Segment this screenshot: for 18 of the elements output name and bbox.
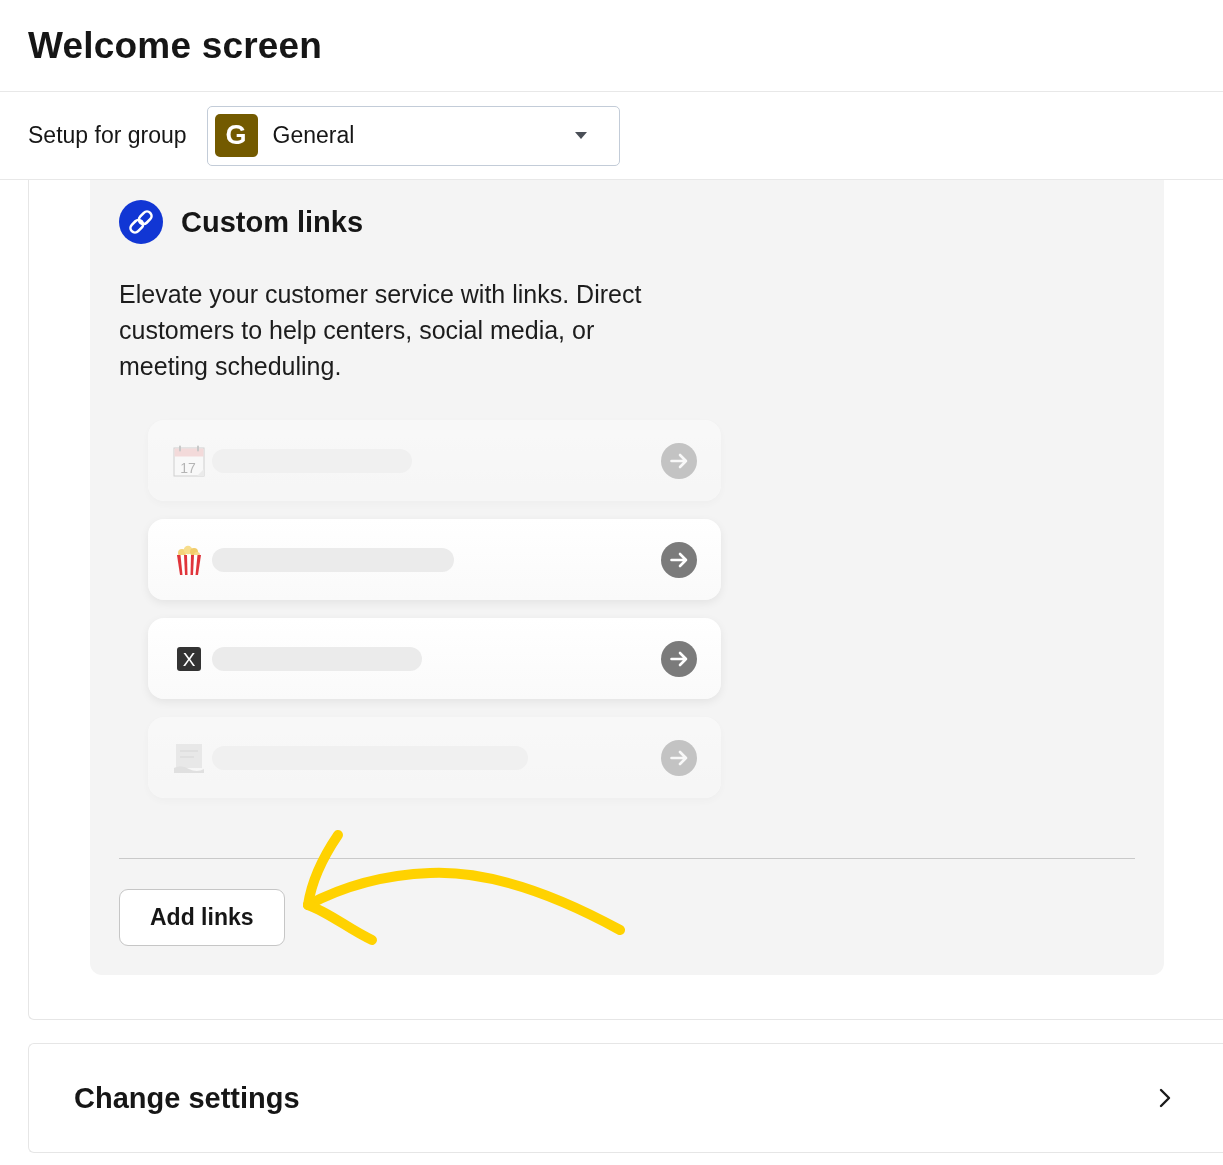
page-title: Welcome screen (28, 24, 323, 67)
group-dropdown[interactable]: G General (206, 105, 620, 166)
add-links-button[interactable]: Add links (119, 889, 285, 946)
group-label: Setup for group (28, 122, 187, 149)
chevron-right-icon (1159, 1088, 1171, 1108)
change-settings-row[interactable]: Change settings (28, 1043, 1223, 1153)
group-avatar: G (214, 114, 258, 157)
arrow-circle-icon (661, 442, 697, 479)
paper-scroll-icon (173, 741, 205, 774)
panel-description: Elevate your customer service with links. Direct customers to help centers, social media, or meeting scheduling. (119, 279, 643, 382)
link-icon (119, 200, 163, 244)
x-tile-icon: X (177, 646, 201, 671)
arrow-circle-icon (661, 541, 697, 578)
panel-title: Custom links (181, 205, 364, 239)
caret-icon (574, 132, 587, 139)
arrow-circle-icon (661, 640, 697, 677)
calendar-icon: 17 (173, 444, 205, 477)
arrow-circle-icon (661, 739, 697, 776)
